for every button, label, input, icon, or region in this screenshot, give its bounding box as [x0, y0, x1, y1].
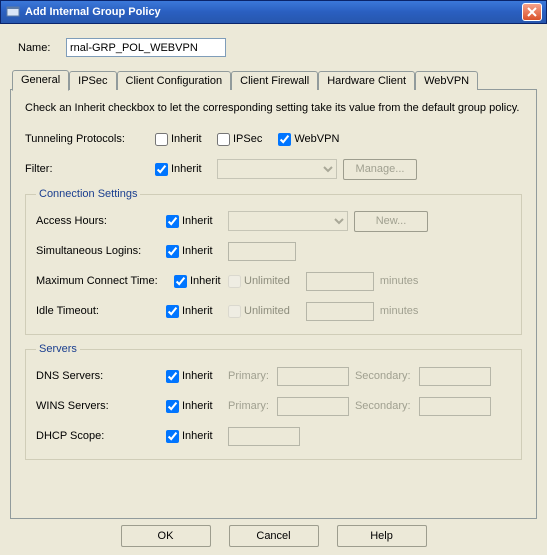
sim-logins-inherit-checkbox[interactable]	[166, 245, 179, 258]
connection-settings-legend: Connection Settings	[36, 188, 140, 200]
dialog-content: Name: General IPSec Client Configuration…	[0, 24, 547, 519]
row-filter: Filter: Inherit Manage...	[25, 158, 522, 180]
idle-timeout-input[interactable]	[306, 302, 374, 321]
idle-timeout-unlimited-checkbox[interactable]	[228, 305, 241, 318]
ok-button[interactable]: OK	[121, 525, 211, 547]
tunneling-webvpn-label: WebVPN	[294, 133, 339, 145]
idle-timeout-unit: minutes	[380, 305, 419, 317]
tunneling-inherit-label: Inherit	[171, 133, 202, 145]
row-dns-servers: DNS Servers: Inherit Primary: Secondary:	[36, 365, 511, 387]
row-idle-timeout: Idle Timeout: Inherit Unlimited minutes	[36, 300, 511, 322]
wins-primary-label: Primary:	[228, 400, 269, 412]
max-connect-unlimited-label: Unlimited	[244, 275, 290, 287]
access-hours-inherit-label: Inherit	[182, 215, 213, 227]
max-connect-input[interactable]	[306, 272, 374, 291]
app-icon	[5, 4, 21, 20]
dhcp-inherit-label: Inherit	[182, 430, 213, 442]
tab-panel-general: Check an Inherit checkbox to let the cor…	[10, 89, 537, 519]
row-dhcp-scope: DHCP Scope: Inherit	[36, 425, 511, 447]
dns-secondary-input[interactable]	[419, 367, 491, 386]
tunneling-label: Tunneling Protocols:	[25, 133, 155, 145]
filter-label: Filter:	[25, 163, 155, 175]
idle-timeout-unlimited-label: Unlimited	[244, 305, 290, 317]
max-connect-unlimited-checkbox[interactable]	[228, 275, 241, 288]
wins-inherit-checkbox[interactable]	[166, 400, 179, 413]
max-connect-unit: minutes	[380, 275, 419, 287]
dhcp-input[interactable]	[228, 427, 300, 446]
tab-client-configuration[interactable]: Client Configuration	[117, 71, 232, 90]
tunneling-webvpn-checkbox[interactable]	[278, 133, 291, 146]
wins-secondary-input[interactable]	[419, 397, 491, 416]
access-hours-new-button[interactable]: New...	[354, 211, 428, 232]
filter-inherit-checkbox[interactable]	[155, 163, 168, 176]
group-servers: Servers DNS Servers: Inherit Primary: Se…	[25, 343, 522, 460]
wins-secondary-label: Secondary:	[355, 400, 411, 412]
idle-timeout-inherit-label: Inherit	[182, 305, 213, 317]
sim-logins-label: Simultaneous Logins:	[36, 245, 166, 257]
sim-logins-input[interactable]	[228, 242, 296, 261]
tunneling-ipsec-label: IPSec	[233, 133, 262, 145]
row-access-hours: Access Hours: Inherit New...	[36, 210, 511, 232]
dns-primary-label: Primary:	[228, 370, 269, 382]
access-hours-label: Access Hours:	[36, 215, 166, 227]
titlebar: Add Internal Group Policy	[0, 0, 547, 24]
row-max-connect-time: Maximum Connect Time: Inherit Unlimited …	[36, 270, 511, 292]
filter-combo[interactable]	[217, 159, 337, 179]
cancel-button[interactable]: Cancel	[229, 525, 319, 547]
tab-general[interactable]: General	[12, 70, 69, 91]
servers-legend: Servers	[36, 343, 80, 355]
panel-description: Check an Inherit checkbox to let the cor…	[25, 102, 522, 114]
idle-timeout-label: Idle Timeout:	[36, 305, 166, 317]
row-wins-servers: WINS Servers: Inherit Primary: Secondary…	[36, 395, 511, 417]
row-simultaneous-logins: Simultaneous Logins: Inherit	[36, 240, 511, 262]
dhcp-inherit-checkbox[interactable]	[166, 430, 179, 443]
help-button[interactable]: Help	[337, 525, 427, 547]
dns-primary-input[interactable]	[277, 367, 349, 386]
dns-inherit-label: Inherit	[182, 370, 213, 382]
group-connection-settings: Connection Settings Access Hours: Inheri…	[25, 188, 522, 335]
access-hours-combo[interactable]	[228, 211, 348, 231]
tunneling-ipsec-checkbox[interactable]	[217, 133, 230, 146]
tab-strip: General IPSec Client Configuration Clien…	[12, 69, 537, 89]
idle-timeout-inherit-checkbox[interactable]	[166, 305, 179, 318]
name-row: Name:	[18, 38, 537, 57]
filter-inherit-label: Inherit	[171, 163, 202, 175]
tab-client-firewall[interactable]: Client Firewall	[231, 71, 318, 90]
dhcp-label: DHCP Scope:	[36, 430, 166, 442]
dns-secondary-label: Secondary:	[355, 370, 411, 382]
dns-label: DNS Servers:	[36, 370, 166, 382]
sim-logins-inherit-label: Inherit	[182, 245, 213, 257]
wins-primary-input[interactable]	[277, 397, 349, 416]
dialog-button-bar: OK Cancel Help	[0, 525, 547, 547]
name-input[interactable]	[66, 38, 226, 57]
close-button[interactable]	[522, 3, 542, 21]
filter-manage-button[interactable]: Manage...	[343, 159, 417, 180]
tunneling-inherit-checkbox[interactable]	[155, 133, 168, 146]
window-title: Add Internal Group Policy	[25, 6, 522, 18]
tab-hardware-client[interactable]: Hardware Client	[318, 71, 415, 90]
max-connect-label: Maximum Connect Time:	[36, 275, 174, 287]
wins-inherit-label: Inherit	[182, 400, 213, 412]
dns-inherit-checkbox[interactable]	[166, 370, 179, 383]
row-tunneling-protocols: Tunneling Protocols: Inherit IPSec WebVP…	[25, 128, 522, 150]
name-label: Name:	[18, 42, 66, 54]
max-connect-inherit-checkbox[interactable]	[174, 275, 187, 288]
access-hours-inherit-checkbox[interactable]	[166, 215, 179, 228]
wins-label: WINS Servers:	[36, 400, 166, 412]
tab-webvpn[interactable]: WebVPN	[415, 71, 478, 90]
max-connect-inherit-label: Inherit	[190, 275, 221, 287]
tab-ipsec[interactable]: IPSec	[69, 71, 116, 90]
